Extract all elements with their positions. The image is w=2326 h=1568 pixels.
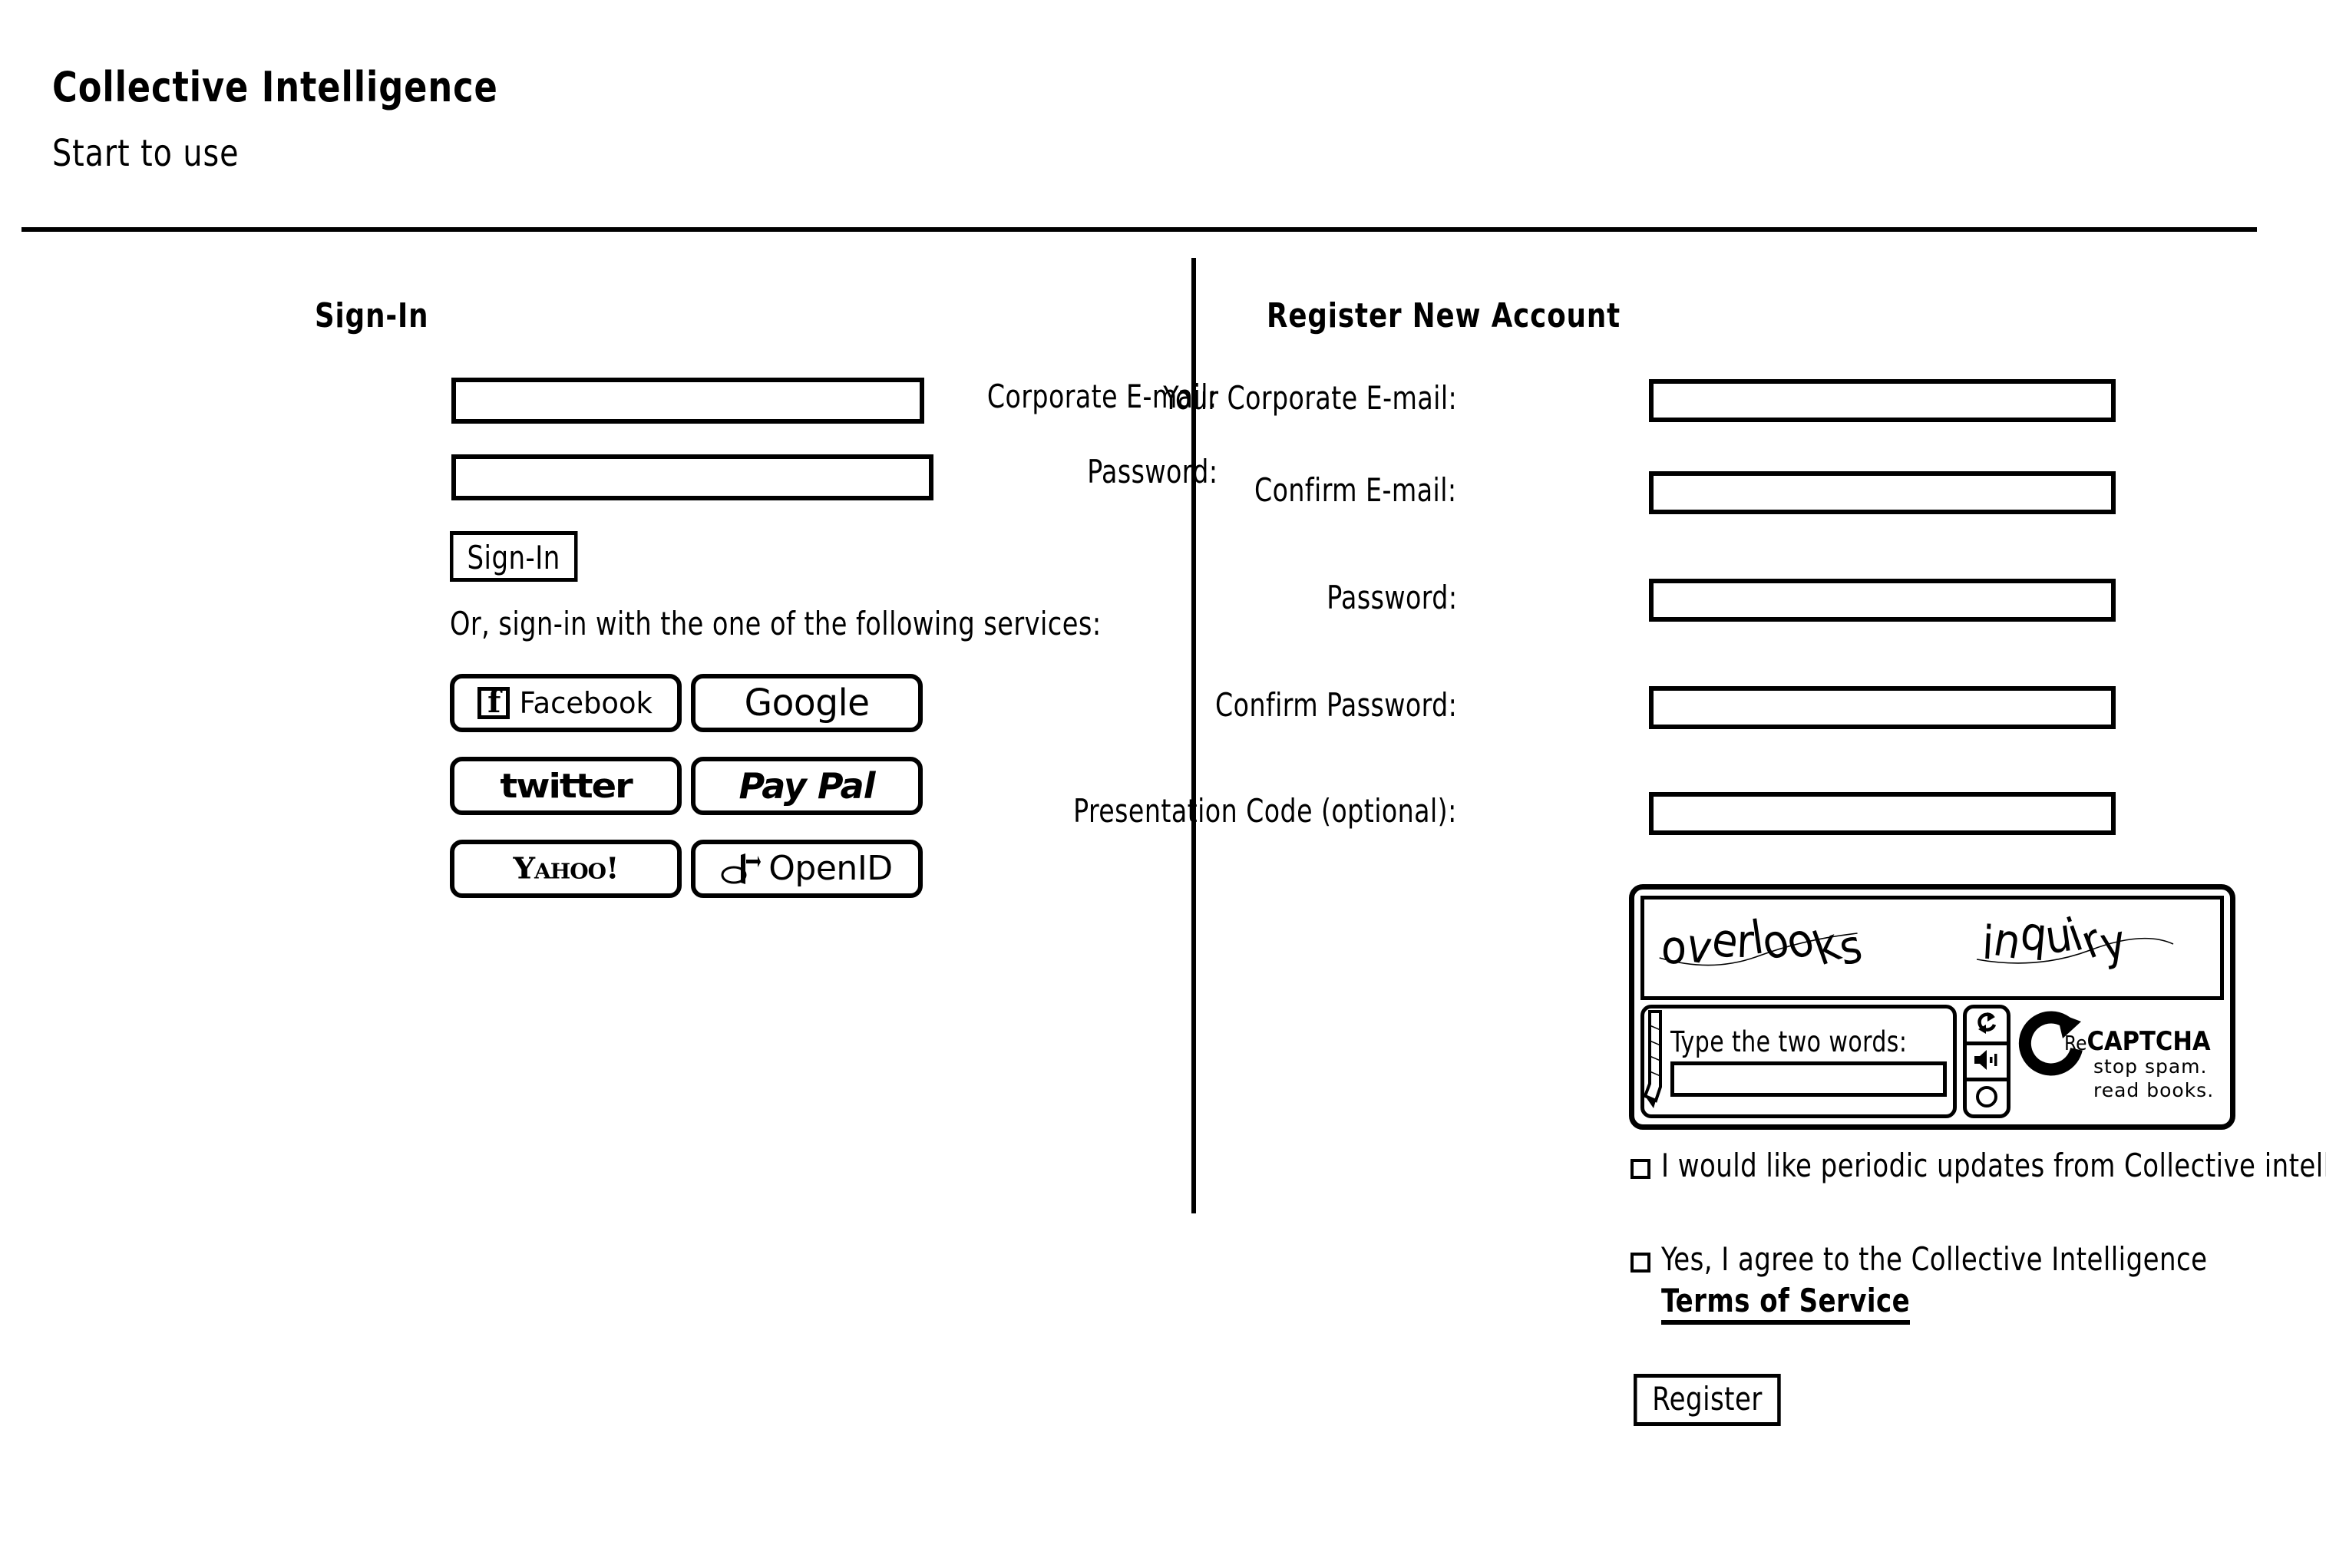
recaptcha-branding: ReCAPTCHA stop spam. read books. bbox=[2017, 1005, 2224, 1118]
terms-of-service-link[interactable]: Terms of Service bbox=[1661, 1283, 1911, 1325]
checkbox-terms-label: Yes, I agree to the Collective Intellige… bbox=[1661, 1240, 2208, 1278]
checkbox-terms-label-group: Yes, I agree to the Collective Intellige… bbox=[1661, 1240, 2208, 1325]
signin-services-note: Or, sign-in with the one of the followin… bbox=[450, 605, 1102, 642]
checkbox-terms[interactable] bbox=[1631, 1253, 1650, 1273]
header-divider bbox=[21, 227, 2257, 232]
pencil-icon bbox=[1643, 1010, 1662, 1108]
captcha-word-one: overlooks bbox=[1660, 910, 1867, 977]
openid-icon bbox=[721, 852, 762, 886]
signin-heading: Sign-In bbox=[315, 296, 429, 335]
captcha-audio-button[interactable] bbox=[1967, 1045, 2007, 1082]
facebook-icon bbox=[477, 687, 510, 719]
social-login-facebook-label: Facebook bbox=[519, 686, 653, 720]
page-title: Collective Intelligence bbox=[52, 63, 498, 111]
register-heading: Register New Account bbox=[1267, 296, 1621, 335]
recaptcha-name: CAPTCHA bbox=[2086, 1026, 2211, 1057]
social-login-paypal-button[interactable]: Pay Pal bbox=[691, 757, 923, 815]
register-confirm-password-label: Confirm Password: bbox=[1214, 686, 1457, 724]
recaptcha-tagline-line-2: read books. bbox=[2093, 1078, 2215, 1101]
register-button[interactable]: Register bbox=[1634, 1374, 1782, 1426]
speaker-icon bbox=[1973, 1048, 2001, 1074]
captcha-prompt-label: Type the two words: bbox=[1670, 1025, 1908, 1058]
register-confirm-password-input[interactable] bbox=[1649, 686, 2116, 729]
refresh-icon bbox=[1974, 1010, 2000, 1039]
register-presentation-code-label: Presentation Code (optional): bbox=[1073, 792, 1457, 830]
help-circle-icon bbox=[1974, 1084, 1999, 1112]
checkbox-updates-label: I would like periodic updates from Colle… bbox=[1661, 1147, 2326, 1184]
register-password-label: Password: bbox=[1326, 579, 1457, 616]
captcha-help-button[interactable] bbox=[1967, 1081, 2007, 1114]
register-confirm-email-input[interactable] bbox=[1649, 471, 2116, 514]
captcha-refresh-button[interactable] bbox=[1967, 1008, 2007, 1045]
signin-email-input[interactable] bbox=[451, 378, 924, 424]
checkbox-updates[interactable] bbox=[1631, 1159, 1650, 1179]
captcha-word-two: inquiry bbox=[1981, 906, 2131, 972]
recaptcha-tagline: stop spam. read books. bbox=[2093, 1055, 2214, 1102]
recaptcha-prefix: Re bbox=[2064, 1032, 2087, 1055]
recaptcha-wordmark: ReCAPTCHA bbox=[2064, 1026, 2211, 1057]
recaptcha-widget: overlooks inquiry Type the two words: Re… bbox=[1629, 884, 2235, 1130]
captcha-challenge-image: overlooks inquiry bbox=[1640, 896, 2224, 1000]
social-login-twitter-button[interactable]: twitter bbox=[450, 757, 682, 815]
yahoo-wordmark: Yahoo! bbox=[513, 851, 619, 886]
social-login-grid: Facebook Google twitter Pay Pal Yahoo! O… bbox=[450, 674, 923, 898]
social-login-openid-button[interactable]: OpenID bbox=[691, 840, 923, 898]
recaptcha-tagline-line-1: stop spam. bbox=[2093, 1055, 2208, 1078]
captcha-entry-panel: Type the two words: bbox=[1640, 1005, 1957, 1118]
social-login-openid-label: OpenID bbox=[768, 849, 893, 888]
checkbox-row-updates[interactable]: I would like periodic updates from Colle… bbox=[1631, 1147, 2326, 1184]
signin-password-input[interactable] bbox=[451, 454, 933, 500]
paypal-wordmark: Pay Pal bbox=[738, 765, 876, 807]
register-email-label: Your Corporate E-mail: bbox=[1163, 379, 1457, 417]
social-login-yahoo-button[interactable]: Yahoo! bbox=[450, 840, 682, 898]
social-login-facebook-button[interactable]: Facebook bbox=[450, 674, 682, 732]
register-password-input[interactable] bbox=[1649, 579, 2116, 622]
captcha-answer-input[interactable] bbox=[1670, 1061, 1947, 1097]
twitter-wordmark: twitter bbox=[500, 766, 633, 806]
captcha-controls-row: Type the two words: ReCAPTCHA stop spam.… bbox=[1640, 1005, 2224, 1118]
register-confirm-email-label: Confirm E-mail: bbox=[1254, 471, 1457, 509]
checkbox-row-terms[interactable]: Yes, I agree to the Collective Intellige… bbox=[1631, 1240, 2268, 1325]
register-email-input[interactable] bbox=[1649, 379, 2116, 422]
page-subtitle: Start to use bbox=[52, 132, 240, 175]
social-login-google-button[interactable]: Google bbox=[691, 674, 923, 732]
signin-button[interactable]: Sign-In bbox=[450, 531, 578, 582]
google-wordmark: Google bbox=[744, 682, 870, 725]
signin-password-label: Password: bbox=[1086, 453, 1218, 490]
captcha-control-stack bbox=[1963, 1005, 2010, 1118]
register-presentation-code-input[interactable] bbox=[1649, 792, 2116, 835]
